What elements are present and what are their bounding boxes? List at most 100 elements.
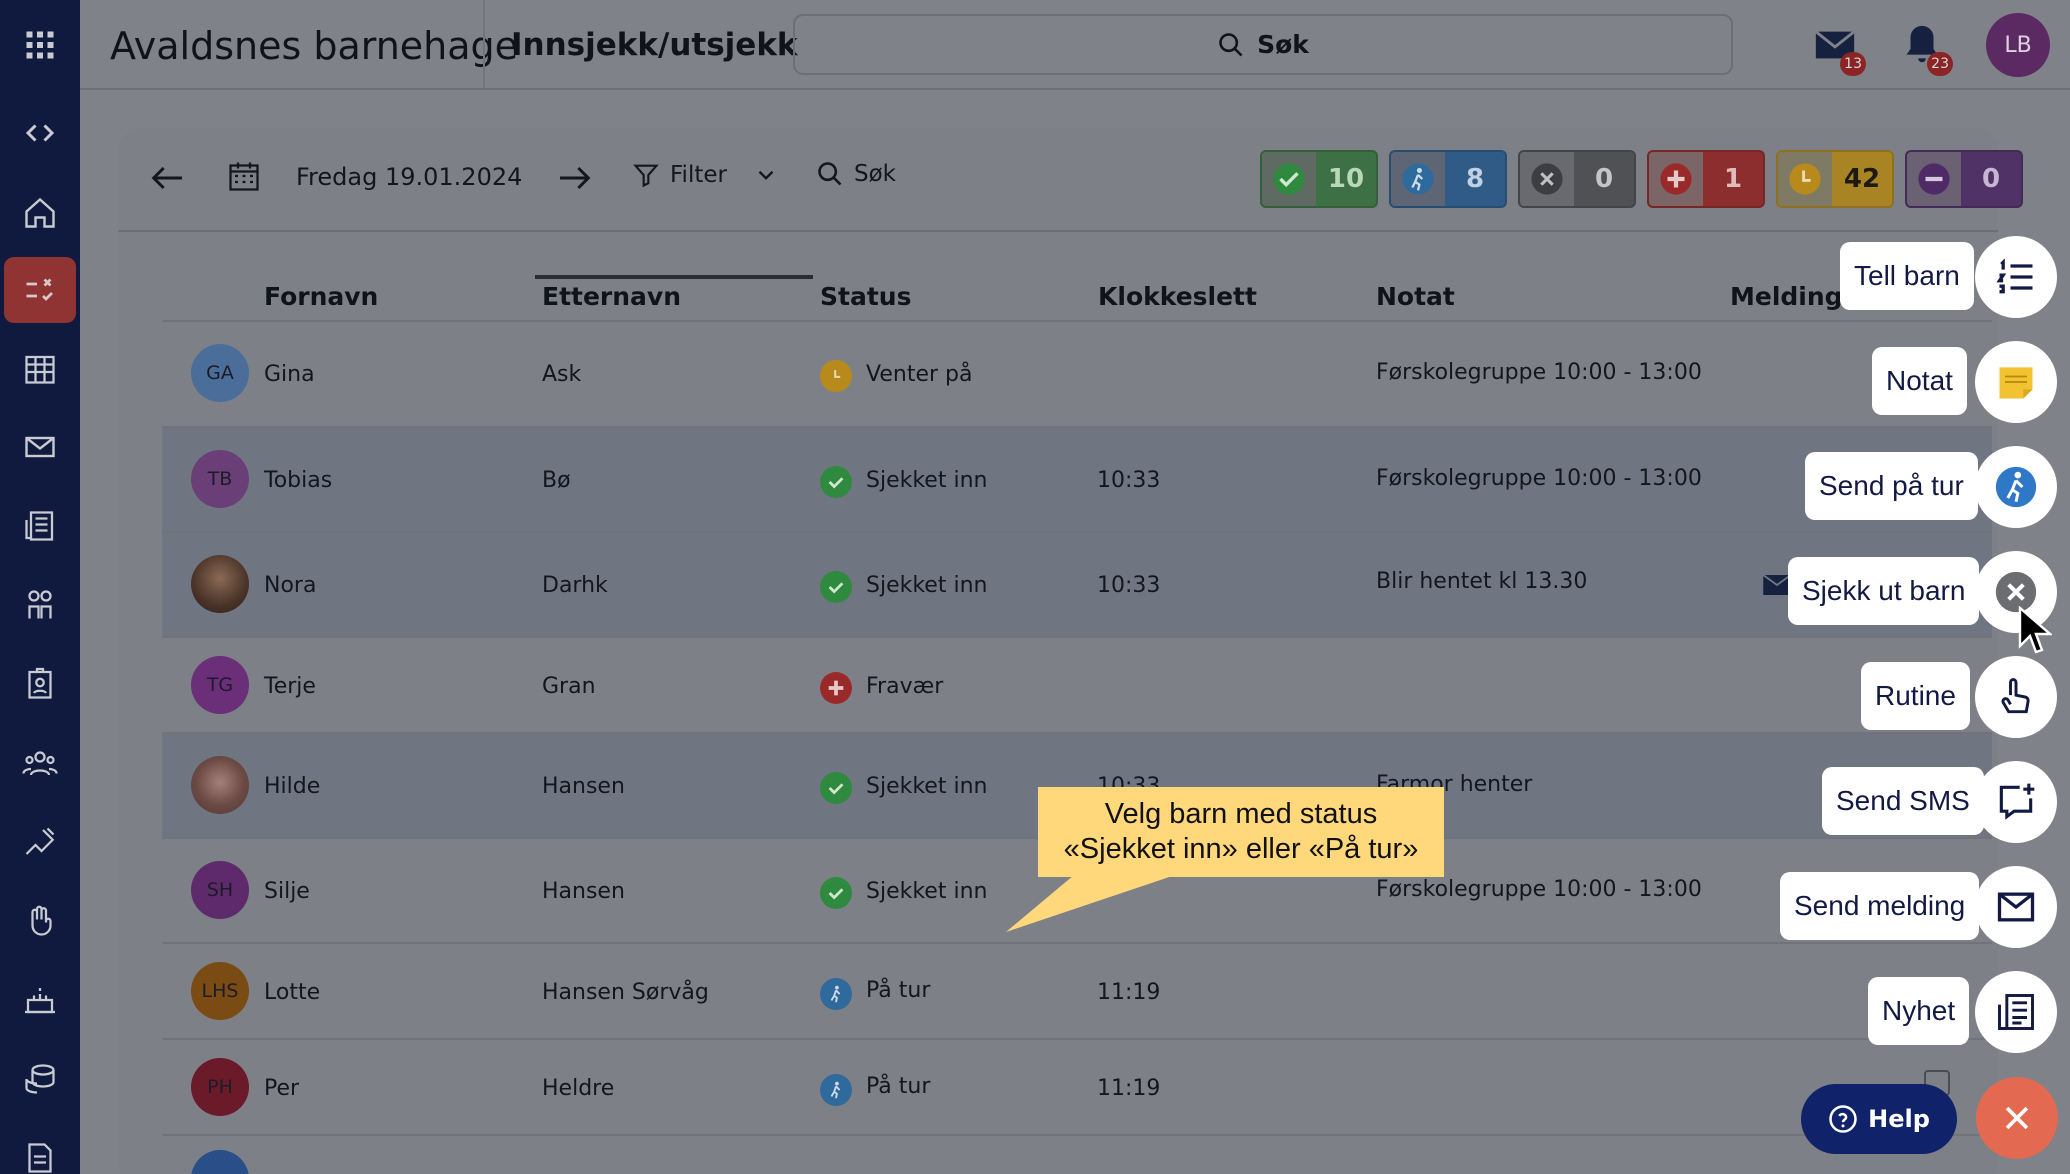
table-row[interactable]: TG Terje Gran Fravær	[162, 636, 1992, 732]
coins-icon[interactable]	[4, 1046, 76, 1112]
table-row[interactable]: LHS Lotte Hansen Sørvåg På tur 11:19	[162, 942, 1992, 1038]
stat-absent[interactable]: 1	[1647, 150, 1765, 208]
send-on-trip-button[interactable]	[1975, 446, 2057, 528]
hand-icon[interactable]	[4, 888, 76, 954]
mail-icon[interactable]	[4, 414, 76, 480]
count-children-button[interactable]	[1975, 236, 2057, 318]
document-icon[interactable]	[4, 1125, 76, 1174]
fab-label-routine[interactable]: Rutine	[1861, 662, 1970, 730]
tooltip: Velg barn med status «Sjekket inn» eller…	[1038, 787, 1444, 877]
time-text: 11:19	[1097, 1076, 1161, 1101]
column-status[interactable]: Status	[820, 282, 911, 311]
table-row[interactable]: PH Per Heldre På tur 11:19	[162, 1038, 1992, 1134]
status-text: Sjekket inn	[866, 573, 988, 598]
time-text: 10:33	[1097, 468, 1161, 493]
send-message-button[interactable]	[1975, 866, 2057, 948]
table-row[interactable]: Nora Darhk Sjekket inn 10:33 Blir hentet…	[162, 531, 1992, 636]
column-last-name[interactable]: Etternavn	[542, 282, 681, 311]
activity-icon[interactable]	[4, 809, 76, 875]
column-time[interactable]: Klokkeslett	[1098, 282, 1257, 311]
last-name: Hansen	[542, 879, 625, 904]
checkin-checkout-icon[interactable]	[4, 257, 76, 323]
table-search-button[interactable]: Søk	[816, 160, 896, 188]
sticky-note-icon	[1999, 367, 2033, 399]
children-icon[interactable]	[4, 572, 76, 638]
fab-label-send-message[interactable]: Send melding	[1780, 872, 1980, 940]
table-row[interactable]: GA Gina Ask Venter på Førskolegruppe 10:…	[162, 320, 1992, 426]
first-name: Per	[264, 1076, 300, 1101]
collapse-toggle-icon[interactable]	[4, 100, 76, 166]
first-name: Terje	[264, 674, 316, 699]
fab-label-send-on-trip[interactable]: Send på tur	[1805, 452, 1978, 520]
note-text: Førskolegruppe 10:00 - 13:00	[1376, 360, 1702, 385]
plus-cross-icon	[1660, 163, 1692, 195]
home-icon[interactable]	[4, 180, 76, 246]
fab-label-news[interactable]: Nyhet	[1868, 977, 1970, 1045]
calendar-grid-icon[interactable]	[4, 336, 76, 402]
arrow-right-icon	[560, 166, 591, 190]
walking-icon	[820, 978, 852, 1010]
close-fab-menu-button[interactable]	[1976, 1077, 2058, 1159]
groups-icon[interactable]	[4, 730, 76, 796]
walking-icon	[1995, 466, 2037, 508]
filter-button[interactable]: Filter	[632, 160, 779, 190]
page-title: Innsjekk/utsjekk	[511, 27, 798, 63]
fab-label-check-out[interactable]: Sjekk ut barn	[1788, 557, 1980, 625]
first-name: Hilde	[264, 774, 321, 799]
stat-checked-in[interactable]: 10	[1260, 150, 1378, 208]
table-row[interactable]	[162, 1134, 1992, 1174]
column-first-name[interactable]: Fornavn	[264, 282, 378, 311]
help-button[interactable]: Help	[1801, 1084, 1957, 1154]
send-sms-button[interactable]	[1975, 761, 2057, 843]
last-name: Hansen Sørvåg	[542, 980, 709, 1005]
birthday-icon[interactable]	[4, 967, 76, 1033]
note-button[interactable]	[1975, 341, 2057, 423]
mouse-cursor-icon	[2018, 606, 2052, 654]
help-label: Help	[1868, 1105, 1930, 1133]
stat-waiting[interactable]: 42	[1776, 150, 1894, 208]
status-text: Sjekket inn	[866, 774, 988, 799]
badge-icon[interactable]	[4, 651, 76, 717]
first-name: Gina	[264, 362, 315, 387]
walking-icon	[820, 1074, 852, 1106]
avatar	[191, 1150, 249, 1174]
next-day-button[interactable]	[553, 158, 603, 198]
stat-value: 0	[1961, 152, 2021, 206]
check-icon	[820, 772, 852, 804]
avatar: GA	[191, 344, 249, 402]
note-text: Førskolegruppe 10:00 - 13:00	[1376, 877, 1702, 902]
current-date[interactable]: Fredag 19.01.2024	[296, 163, 522, 191]
stat-not-coming[interactable]: 0	[1905, 150, 2023, 208]
stat-value: 8	[1445, 152, 1505, 206]
numbered-list-icon	[1996, 258, 2033, 294]
news-icon[interactable]	[4, 493, 76, 559]
plus-cross-icon	[820, 672, 852, 704]
global-search-input[interactable]: Søk	[793, 14, 1733, 75]
stat-checked-out[interactable]: 0	[1518, 150, 1636, 208]
fab-label-note[interactable]: Notat	[1872, 347, 1967, 415]
apps-grid-icon[interactable]	[4, 12, 76, 78]
status-text: På tur	[866, 978, 931, 1003]
routine-button[interactable]	[1975, 656, 2057, 738]
previous-day-button[interactable]	[145, 158, 195, 198]
last-name: Bø	[542, 468, 571, 493]
stat-on-trip[interactable]: 8	[1389, 150, 1507, 208]
table-row[interactable]: TB Tobias Bø Sjekket inn 10:33 Førskoleg…	[162, 426, 1992, 531]
status-text: Fravær	[866, 674, 944, 699]
bell-badge: 23	[1927, 52, 1953, 76]
user-avatar[interactable]: LB	[1986, 13, 2050, 77]
column-note[interactable]: Notat	[1376, 282, 1455, 311]
news-button[interactable]	[1975, 971, 2057, 1053]
notifications-button[interactable]: 23	[1899, 22, 1953, 76]
first-name: Silje	[264, 879, 310, 904]
status-text: På tur	[866, 1074, 931, 1099]
last-name: Gran	[542, 674, 596, 699]
fab-label-count-children[interactable]: Tell barn	[1840, 242, 1974, 310]
fab-label-send-sms[interactable]: Send SMS	[1822, 767, 1984, 835]
mail-notification-button[interactable]: 13	[1812, 22, 1866, 76]
calendar-button[interactable]	[226, 156, 276, 196]
avatar: SH	[191, 861, 249, 919]
stat-value: 10	[1316, 152, 1376, 206]
arrow-left-icon	[151, 166, 182, 190]
status-text: Sjekket inn	[866, 468, 988, 493]
